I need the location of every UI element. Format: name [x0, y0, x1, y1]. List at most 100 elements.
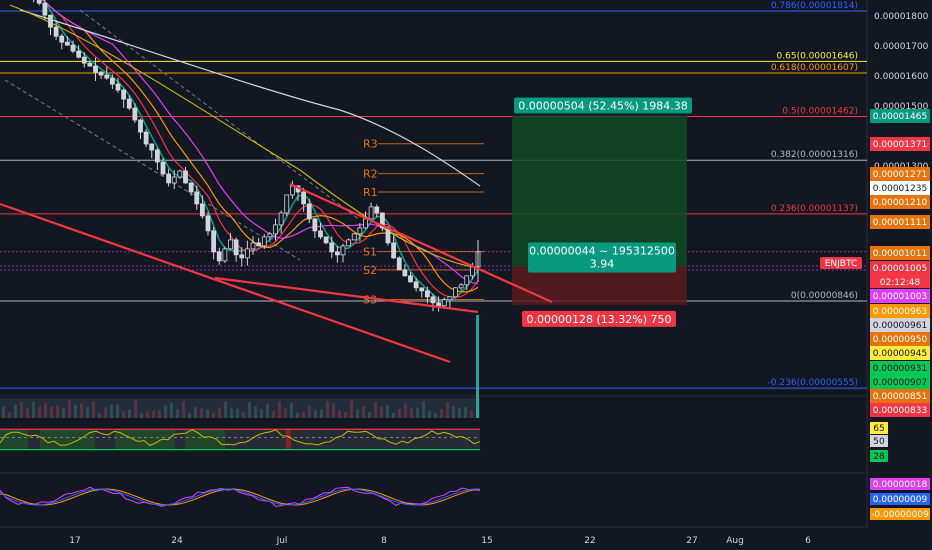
volume-bar — [74, 404, 77, 418]
macd-axis-label: 0.00000009 — [873, 495, 928, 505]
support-trendlines — [0, 182, 553, 364]
candle-body — [42, 2, 48, 16]
volume-bar — [272, 410, 275, 418]
volume-bar — [392, 412, 395, 418]
entry-label-ratio: 0.00000044 ~ 195312500 — [529, 245, 675, 258]
volume-bar — [380, 406, 383, 418]
candle-body — [64, 41, 70, 46]
volume-bar — [278, 401, 281, 418]
volume-bar — [320, 409, 323, 418]
candle-body — [188, 182, 194, 193]
volume-bar — [164, 405, 167, 418]
candle-body — [419, 287, 425, 292]
candle-body — [81, 56, 87, 64]
volume-bar — [290, 402, 293, 418]
candle-body — [244, 248, 250, 259]
price-tag-text: 0.00001005 — [873, 264, 927, 274]
volume-bar — [236, 408, 239, 418]
candle-body — [447, 296, 453, 301]
candle-body — [363, 218, 368, 229]
macd-axis-label: 0.00000018 — [873, 480, 928, 490]
candle-body — [278, 212, 284, 226]
volume-bar — [284, 408, 287, 418]
volume-bar — [98, 413, 101, 418]
pivot-label: R2 — [363, 168, 378, 181]
fib-level-label: -0.236(0.00000555) — [768, 378, 858, 388]
fib-level-label: 0.236(0.00001137) — [771, 204, 858, 214]
pivot-label: R3 — [363, 138, 378, 151]
candle-body — [48, 14, 53, 28]
candle-body — [396, 257, 402, 271]
volume-bar — [170, 402, 173, 418]
candle-body — [250, 242, 256, 250]
volume-bar — [254, 406, 257, 418]
candle-body — [36, 0, 42, 4]
volume-bar — [56, 405, 59, 418]
volume-bar — [428, 410, 431, 418]
fib-level-label: 0.382(0.00001316) — [771, 150, 858, 160]
volume-bar — [80, 403, 83, 418]
volume-bar — [20, 401, 23, 418]
price-tag-text: 0.00000950 — [873, 335, 928, 345]
volume-bar — [44, 402, 47, 418]
volume-bar — [110, 404, 113, 418]
candle-body — [194, 191, 200, 205]
candle-body — [143, 131, 149, 145]
volume-bar — [314, 410, 317, 418]
candle-body — [340, 245, 346, 256]
volume-bar — [326, 401, 329, 418]
candle-body — [138, 119, 143, 133]
time-axis-label: 27 — [686, 536, 697, 546]
pivot-label: S3 — [363, 294, 377, 307]
volume-bar — [338, 410, 341, 418]
price-tag-text: 0.00001235 — [873, 184, 927, 194]
candle-body — [312, 218, 318, 232]
long-position-tool[interactable]: 0.00000504 (52.45%) 1984.38 0.00000044 ~ … — [512, 97, 692, 327]
candle-body — [222, 248, 228, 262]
price-tag-text: 0.00000851 — [873, 392, 927, 402]
volume-bar — [404, 403, 407, 418]
candle-body — [183, 170, 188, 184]
time-axis-label: 24 — [171, 536, 183, 546]
volume-bar — [464, 407, 467, 418]
candle-body — [402, 269, 408, 277]
volume-bar — [398, 408, 401, 418]
price-axis[interactable]: 0.000018000.000017000.000016000.00001500… — [820, 0, 932, 550]
candle-body — [166, 173, 172, 184]
time-axis[interactable]: 17 24 Jul 8 15 22 27 Aug 6 — [0, 528, 867, 550]
candle-body — [469, 266, 475, 277]
candle-body — [126, 98, 132, 109]
volume-bar — [218, 407, 221, 418]
fib-level-label: 0.5(0.00001462) — [782, 106, 858, 116]
volume-bar — [68, 400, 71, 418]
rsi-pane — [0, 428, 481, 451]
candle-body — [329, 242, 335, 253]
candle-body — [256, 242, 262, 247]
price-tag-text: 0.00000931 — [873, 364, 927, 374]
candle-body — [104, 74, 110, 79]
volume-bar — [350, 400, 353, 418]
candle-body — [413, 281, 419, 289]
volume-bar — [296, 412, 299, 418]
time-axis-label: 8 — [381, 536, 387, 546]
candle-body — [132, 107, 138, 121]
candle-body — [323, 236, 329, 244]
volume-bar — [434, 413, 437, 418]
candle-body — [239, 254, 245, 259]
candle-body — [284, 194, 290, 214]
candle-body — [205, 215, 211, 232]
volume-bar — [176, 409, 179, 418]
candle-body — [430, 296, 436, 304]
volume-bar — [224, 401, 227, 418]
candle-body — [408, 275, 413, 283]
volume-bar — [260, 409, 263, 418]
trading-chart[interactable]: 0.786(0.00001814) 0.65(0.00001646) 0.618(0… — [0, 0, 932, 550]
candle-body — [93, 65, 98, 73]
volume-bar — [14, 404, 17, 418]
ma-yellow-line — [9, 4, 479, 269]
price-axis-label: 0.00001800 — [874, 12, 929, 22]
candle-body — [273, 224, 278, 235]
volume-bar — [8, 412, 11, 418]
volume-bar — [308, 405, 311, 418]
volume-bar — [128, 409, 131, 418]
